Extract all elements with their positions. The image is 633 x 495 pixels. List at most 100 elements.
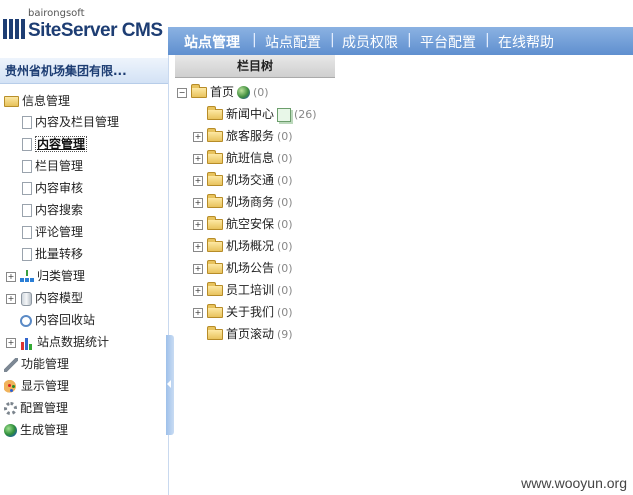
tree-node-count: (0) — [277, 130, 293, 143]
sidebar-item-display-management[interactable]: 显示管理 — [4, 376, 69, 396]
nav-item-online-help[interactable]: 在线帮助 — [498, 32, 554, 52]
sidebar-item-label: 批量转移 — [35, 247, 84, 261]
copy-icon — [277, 107, 292, 122]
tree-node-label[interactable]: 机场公告 — [226, 261, 274, 275]
tree-node[interactable]: + 航空安保 (0) — [193, 214, 293, 234]
bar-chart-icon — [20, 335, 34, 350]
tree-node[interactable]: + 机场商务 (0) — [193, 192, 293, 212]
tree-node-count: (0) — [277, 218, 293, 231]
tree-root-node[interactable]: − 首页 (0) — [177, 82, 269, 102]
tree-node-label[interactable]: 旅客服务 — [226, 129, 274, 143]
expand-plus-icon[interactable]: + — [193, 219, 203, 230]
expand-plus-icon[interactable]: + — [6, 271, 16, 282]
tree-node[interactable]: 首页滚动 (9) — [207, 324, 293, 344]
sidebar-item-generate-management[interactable]: 生成管理 — [4, 420, 68, 440]
expand-plus-icon[interactable]: + — [6, 337, 16, 348]
sidebar-item-category-management[interactable]: + 归类管理 — [6, 266, 85, 286]
folder-icon — [207, 194, 223, 208]
tree-node-label[interactable]: 机场概况 — [226, 239, 274, 253]
sidebar-item-content-management[interactable]: 内容管理 — [20, 134, 88, 154]
nav-separator: | — [252, 32, 257, 48]
tree-node-label[interactable]: 航空安保 — [226, 217, 274, 231]
sidebar-item-info-management[interactable]: 信息管理 — [4, 91, 70, 111]
logo-small-text: bairongsoft — [28, 8, 85, 19]
nav-separator: | — [330, 32, 335, 48]
wrench-icon — [4, 357, 18, 372]
sidebar-item-function-management[interactable]: 功能管理 — [4, 354, 69, 374]
database-icon — [21, 291, 32, 306]
nav-item-site-config[interactable]: 站点配置 — [265, 32, 321, 52]
logo-brand: SiteServer CMS — [28, 20, 163, 41]
expand-plus-icon[interactable]: + — [193, 241, 203, 252]
expand-plus-icon[interactable]: + — [193, 285, 203, 296]
tree-node[interactable]: + 关于我们 (0) — [193, 302, 293, 322]
tree-node-label[interactable]: 关于我们 — [226, 305, 274, 319]
expand-plus-icon[interactable]: + — [193, 153, 203, 164]
folder-icon — [207, 150, 223, 164]
document-icon — [22, 248, 32, 261]
tree-node-label[interactable]: 机场商务 — [226, 195, 274, 209]
nav-item-site-management[interactable]: 站点管理 — [184, 32, 240, 52]
sidebar-item-label: 显示管理 — [21, 379, 70, 393]
tree-node[interactable]: 新闻中心 (26) — [207, 104, 317, 124]
sidebar-item-label: 内容搜索 — [35, 203, 84, 217]
tree-node-label[interactable]: 首页滚动 — [226, 327, 274, 341]
sidebar-item-site-statistics[interactable]: + 站点数据统计 — [6, 332, 109, 352]
tree-node-label[interactable]: 机场交通 — [226, 173, 274, 187]
sidebar-item-label: 评论管理 — [35, 225, 84, 239]
nav-separator: | — [407, 32, 412, 48]
palette-icon — [4, 379, 18, 394]
document-icon — [22, 204, 32, 217]
sidebar-item-comment-management[interactable]: 评论管理 — [20, 222, 83, 242]
document-icon — [22, 226, 32, 239]
expand-plus-icon[interactable]: + — [193, 131, 203, 142]
tree-node-label[interactable]: 航班信息 — [226, 151, 274, 165]
tree-node-label[interactable]: 首页 — [210, 85, 234, 99]
sidebar-item-content-channel[interactable]: 内容及栏目管理 — [20, 112, 119, 132]
globe-icon — [4, 424, 17, 437]
expand-plus-icon[interactable]: + — [6, 293, 16, 304]
sidebar-item-channel-management[interactable]: 栏目管理 — [20, 156, 83, 176]
tree-node[interactable]: + 航班信息 (0) — [193, 148, 293, 168]
panel-collapse-handle[interactable] — [166, 335, 174, 435]
folder-open-icon — [4, 96, 19, 107]
sidebar-item-content-review[interactable]: 内容审核 — [20, 178, 83, 198]
tree-node-count: (0) — [277, 152, 293, 165]
tree-node-count: (26) — [294, 108, 317, 121]
tree-node-label[interactable]: 新闻中心 — [226, 107, 274, 121]
document-icon — [22, 116, 32, 129]
site-title[interactable]: 贵州省机场集团有限... — [0, 58, 168, 84]
folder-icon — [207, 326, 223, 340]
sidebar-item-config-management[interactable]: 配置管理 — [4, 398, 68, 418]
sidebar-item-label: 站点数据统计 — [37, 335, 110, 349]
expand-plus-icon[interactable]: + — [193, 263, 203, 274]
folder-icon — [207, 282, 223, 296]
sidebar: 贵州省机场集团有限... 信息管理 内容及栏目管理 内容管理 栏目管理 内容审核… — [0, 55, 169, 495]
sidebar-item-batch-transfer[interactable]: 批量转移 — [20, 244, 83, 264]
sidebar-item-recycle-bin[interactable]: 内容回收站 — [20, 310, 95, 330]
tree-node[interactable]: + 机场公告 (0) — [193, 258, 293, 278]
tree-node[interactable]: + 员工培训 (0) — [193, 280, 293, 300]
tree-node-count: (0) — [277, 262, 293, 275]
document-icon — [22, 160, 32, 173]
collapse-minus-icon[interactable]: − — [177, 87, 187, 98]
tree-node-label[interactable]: 员工培训 — [226, 283, 274, 297]
tree-node[interactable]: + 机场交通 (0) — [193, 170, 293, 190]
tree-node-count: (0) — [277, 240, 293, 253]
sidebar-item-content-search[interactable]: 内容搜索 — [20, 200, 83, 220]
folder-icon — [207, 172, 223, 186]
channel-tree-panel: 栏目树 − 首页 (0) 新闻中心 (26) + 旅客服务 (0) + 航班信息 (0) + 机… — [175, 55, 633, 495]
tree-node[interactable]: + 机场概况 (0) — [193, 236, 293, 256]
expand-plus-icon[interactable]: + — [193, 307, 203, 318]
expand-plus-icon[interactable]: + — [193, 197, 203, 208]
tree-node-count: (0) — [277, 174, 293, 187]
nav-separator: | — [485, 32, 490, 48]
sidebar-item-label: 功能管理 — [21, 357, 70, 371]
watermark: www.wooyun.org — [521, 475, 627, 491]
nav-item-platform-config[interactable]: 平台配置 — [420, 32, 476, 52]
tree-node[interactable]: + 旅客服务 (0) — [193, 126, 293, 146]
nav-item-member-permissions[interactable]: 成员权限 — [342, 32, 398, 52]
sidebar-item-label: 信息管理 — [22, 94, 71, 108]
sidebar-item-content-model[interactable]: + 内容模型 — [6, 288, 83, 308]
expand-plus-icon[interactable]: + — [193, 175, 203, 186]
